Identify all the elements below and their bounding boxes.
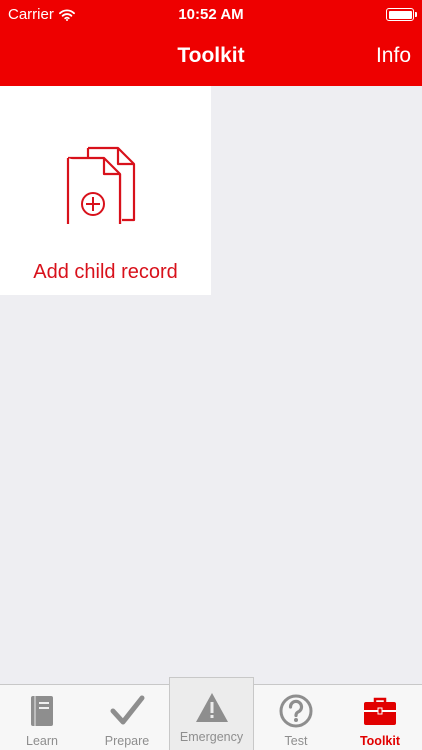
question-icon <box>279 694 313 728</box>
tab-prepare[interactable]: Prepare <box>84 685 170 750</box>
nav-bar: Toolkit Info <box>0 30 422 86</box>
book-icon <box>31 696 53 726</box>
battery-fill <box>388 10 412 19</box>
info-button[interactable]: Info <box>376 44 411 68</box>
add-document-icon <box>66 146 136 224</box>
warning-icon <box>195 693 228 722</box>
add-child-record-tile[interactable]: Add child record <box>0 86 211 295</box>
tab-label: Learn <box>26 734 58 748</box>
tab-test[interactable]: Test <box>254 685 338 750</box>
tab-label: Prepare <box>104 734 150 748</box>
tab-bar: Learn Prepare Emergency Test Toolkit <box>0 677 422 750</box>
tab-learn[interactable]: Learn <box>0 685 84 750</box>
tile-label: Add child record <box>33 261 178 283</box>
tab-label: Toolkit <box>359 734 401 748</box>
status-bar: Carrier 10:52 AM <box>0 0 422 30</box>
screen: Carrier 10:52 AM Toolkit Info Add child … <box>0 0 422 750</box>
header: Carrier 10:52 AM Toolkit Info <box>0 0 422 86</box>
tab-emergency[interactable]: Emergency <box>169 677 254 750</box>
tab-label: Test <box>284 734 308 748</box>
battery-icon <box>386 8 417 21</box>
page-title: Toolkit <box>177 44 245 67</box>
tab-toolkit[interactable]: Toolkit <box>338 685 422 750</box>
toolbox-icon <box>364 697 396 725</box>
tab-label: Emergency <box>179 730 244 744</box>
status-time: 10:52 AM <box>178 6 244 23</box>
checkmark-icon <box>110 695 145 725</box>
